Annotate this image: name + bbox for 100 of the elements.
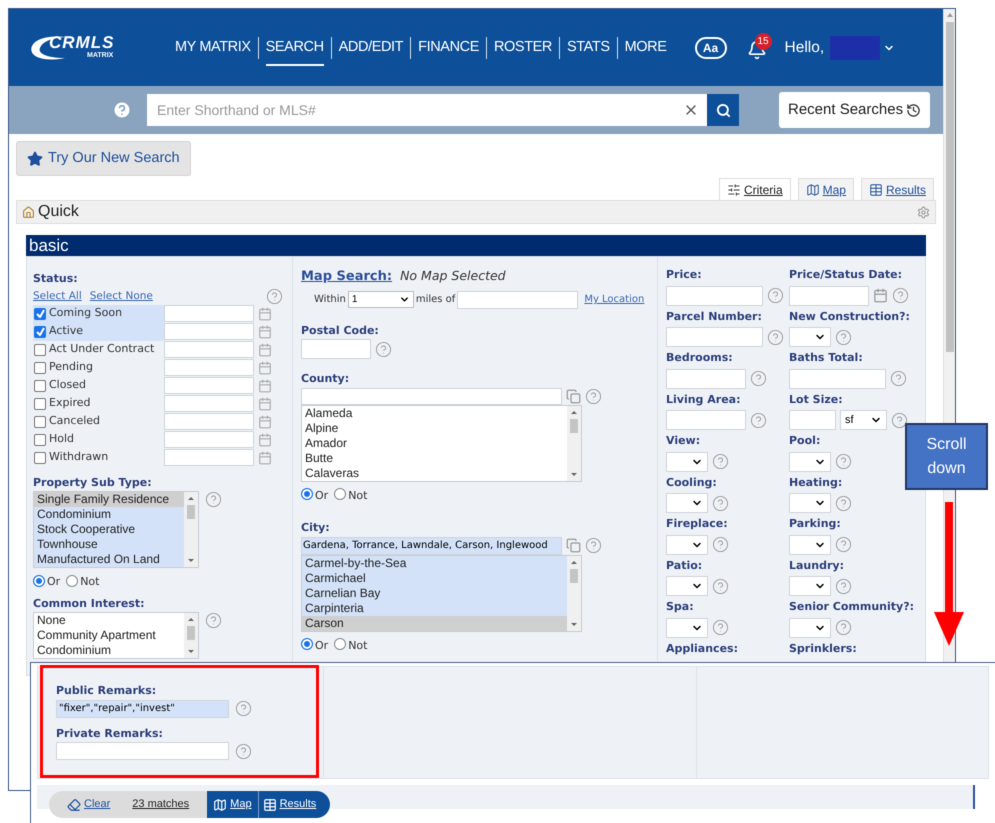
status-checkbox[interactable]: Closed [33, 376, 164, 394]
scrollbar[interactable] [567, 406, 581, 480]
dropdown[interactable] [789, 618, 831, 638]
radio-button[interactable] [33, 574, 45, 587]
calendar-icon[interactable] [258, 432, 272, 446]
list-box[interactable]: Single Family Residence Condominium Stock Cooperative Townhouse Manufactured On Land [33, 491, 199, 568]
scrollbar[interactable] [184, 613, 198, 658]
radio-button[interactable] [66, 574, 78, 587]
list-option[interactable]: Community Apartment [34, 628, 184, 643]
status-checkbox[interactable]: Hold [33, 430, 164, 448]
dropdown[interactable] [666, 576, 708, 596]
dropdown[interactable]: sf [840, 410, 887, 430]
help-icon[interactable] [891, 412, 908, 428]
try-new-search-button[interactable]: Try Our New Search [16, 141, 191, 176]
input-field[interactable] [789, 368, 886, 388]
calendar-icon[interactable] [258, 306, 272, 320]
nav-link[interactable]: MY MATRIX [175, 28, 251, 66]
scrollbar[interactable] [567, 556, 581, 630]
calendar-icon[interactable] [258, 378, 272, 392]
clear-link[interactable]: Clear [67, 796, 110, 813]
list-box[interactable]: None Community Apartment Condominium [33, 612, 199, 659]
status-checkbox[interactable]: Coming Soon [33, 304, 164, 322]
map-button[interactable]: Map [207, 791, 259, 818]
nav-link[interactable]: ADD/EDIT [338, 28, 404, 66]
input-field[interactable] [666, 368, 746, 388]
search-input[interactable]: Enter Shorthand or MLS# [157, 100, 683, 120]
radio-button[interactable] [334, 638, 346, 650]
select-none-link[interactable]: Select None [90, 288, 153, 304]
dropdown[interactable] [789, 576, 831, 596]
status-checkbox[interactable]: Canceled [33, 412, 164, 430]
list-option[interactable]: Townhouse [34, 537, 184, 552]
nav-link[interactable]: SEARCH [266, 28, 324, 66]
list-option[interactable]: Carmel-by-the-Sea [302, 556, 567, 570]
list-option[interactable]: Calaveras [302, 466, 567, 480]
dropdown[interactable] [789, 327, 831, 347]
scroll-up-arrow-icon[interactable] [946, 12, 954, 18]
scrollbar[interactable] [184, 492, 198, 567]
list-option[interactable]: Amador [302, 436, 567, 450]
calendar-icon[interactable] [258, 342, 272, 356]
calendar-icon[interactable] [258, 450, 272, 464]
picker-icon[interactable] [566, 538, 581, 553]
matches-link[interactable]: 23 matches [132, 796, 190, 813]
list-box[interactable]: Alameda Alpine Amador Butte Calaveras [301, 404, 582, 482]
input-field[interactable] [789, 286, 869, 306]
radio-button[interactable] [301, 638, 313, 650]
dropdown[interactable] [666, 618, 708, 638]
list-option[interactable]: Carpinteria [302, 600, 567, 616]
dropdown[interactable] [666, 493, 708, 513]
nav-link[interactable]: FINANCE [418, 28, 479, 66]
list-option[interactable]: Condominium [34, 507, 184, 522]
calendar-icon[interactable] [258, 414, 272, 428]
list-option[interactable]: None [34, 613, 184, 628]
settings-icon[interactable] [917, 206, 930, 218]
input-field[interactable] [301, 388, 562, 404]
dropdown[interactable] [666, 534, 708, 554]
input-field[interactable] [164, 359, 254, 376]
select-all-link[interactable]: Select All [33, 288, 82, 304]
map-search-link[interactable]: Map Search: [301, 267, 392, 286]
dropdown[interactable] [666, 452, 708, 472]
list-option[interactable]: Alpine [302, 420, 567, 436]
radio-button[interactable] [334, 488, 346, 500]
nav-link[interactable]: STATS [567, 28, 610, 66]
input-field[interactable] [666, 286, 763, 306]
calendar-icon[interactable] [873, 288, 888, 303]
view-tab[interactable]: Map [798, 178, 854, 200]
status-checkbox[interactable]: Expired [33, 394, 164, 412]
list-box[interactable]: Carmel-by-the-Sea Carmichael Carnelian Bay Carpinteria Carson [301, 554, 582, 632]
input-field[interactable] [164, 431, 254, 448]
input-field[interactable] [164, 305, 254, 322]
input-field[interactable] [164, 377, 254, 394]
miles-dropdown[interactable]: 1 [348, 291, 414, 308]
calendar-icon[interactable] [258, 360, 272, 374]
dropdown[interactable] [789, 452, 831, 472]
list-option[interactable]: Stock Cooperative [34, 522, 184, 537]
input-field[interactable] [666, 410, 746, 430]
radio-button[interactable] [301, 488, 313, 500]
location-field[interactable] [457, 290, 578, 308]
results-button[interactable]: Results [258, 791, 330, 818]
status-checkbox[interactable]: Pending [33, 358, 164, 376]
status-checkbox[interactable]: Withdrawn [33, 448, 164, 466]
my-location-link[interactable]: My Location [584, 292, 644, 307]
input-field[interactable] [164, 341, 254, 358]
input-field[interactable] [666, 327, 763, 347]
status-checkbox[interactable]: Active [33, 322, 164, 340]
nav-link[interactable]: ROSTER [494, 28, 552, 66]
recent-searches-button[interactable]: Recent Searches [779, 92, 930, 128]
list-option[interactable]: Carson [302, 616, 567, 630]
input-field[interactable] [789, 410, 836, 430]
list-option[interactable]: Butte [302, 450, 567, 466]
font-size-button[interactable]: Aa [694, 36, 726, 58]
input-field[interactable] [164, 323, 254, 340]
list-option[interactable]: Alameda [302, 406, 567, 420]
list-option[interactable]: Single Family Residence [34, 492, 184, 507]
input-field[interactable] [164, 413, 254, 430]
search-field[interactable]: Enter Shorthand or MLS# [147, 94, 707, 126]
view-tab[interactable]: Criteria [718, 178, 791, 200]
input-field[interactable] [301, 339, 371, 359]
status-checkbox[interactable]: Act Under Contract [33, 340, 164, 358]
remarks-field[interactable] [56, 742, 229, 760]
nav-link[interactable]: MORE [624, 28, 666, 66]
